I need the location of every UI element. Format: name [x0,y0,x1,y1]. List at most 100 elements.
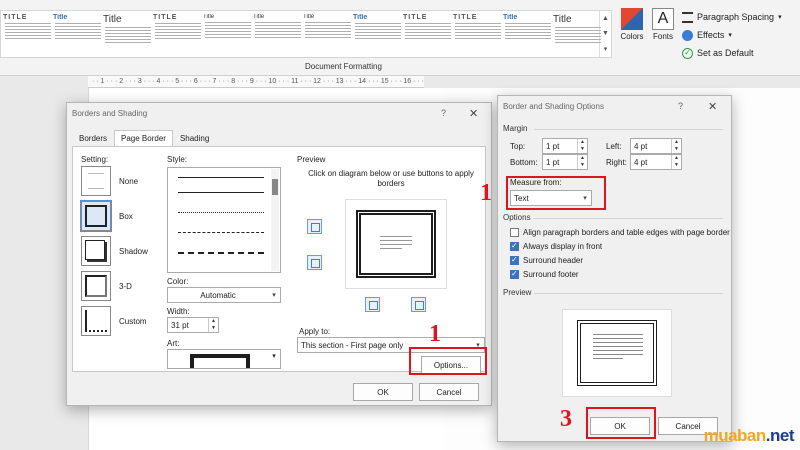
thumb-text-line [155,38,201,39]
style-set-thumb[interactable]: TITLE [153,14,203,54]
arrow-down-icon[interactable]: ▼ [209,325,218,332]
thumb-text-line [505,38,551,39]
setting-shadow[interactable]: Shadow [81,235,161,267]
setting-box[interactable]: Box [80,200,161,232]
style-set-thumb[interactable]: Title [253,14,303,54]
style-set-thumb[interactable]: TITLE [403,14,453,54]
bottom-border-button[interactable] [307,255,322,270]
color-dropdown[interactable]: Automatic ▾ [167,287,281,303]
colors-button[interactable]: Colors [617,8,647,41]
set-as-default-button[interactable]: ✓ Set as Default [682,44,782,62]
chevron-down-icon: ▾ [272,353,276,360]
setting-3d[interactable]: 3-D [81,270,161,302]
thumb-text-line [255,22,301,23]
close-icon[interactable]: ✕ [469,107,478,120]
style-set-thumb[interactable]: Title [503,14,553,54]
horizontal-ruler[interactable]: · · 1 · · · 2 · · · 3 · · · 4 · · · 5 · … [88,76,424,88]
tab-shading[interactable]: Shading [173,130,216,147]
top-border-button[interactable] [307,219,322,234]
thumb-text-line [255,25,301,26]
thumb-text-line [555,27,601,28]
custom-thumb [81,306,111,336]
setting-custom[interactable]: Custom [81,305,161,337]
paragraph-spacing-icon [682,11,693,23]
bottom-margin-stepper[interactable]: 1 pt ▲ ▼ [542,154,588,170]
arrow-up-icon[interactable]: ▲ [578,139,587,146]
thumb-text-line [505,23,551,24]
style-set-thumb[interactable]: TITLE [453,14,503,54]
style-option[interactable] [178,252,264,254]
right-border-button[interactable] [411,297,426,312]
divider [534,129,723,130]
color-label: Color: [167,277,189,286]
arrow-up-icon[interactable]: ▲ [209,318,218,325]
art-dropdown[interactable]: ▾ [167,349,281,369]
fonts-button[interactable]: A Fonts [648,8,678,41]
top-margin-stepper[interactable]: 1 pt ▲ ▼ [542,138,588,154]
arrow-down-icon[interactable]: ▼ [578,146,587,153]
arrow-up-icon[interactable]: ▲ [672,155,681,162]
tab-page-border[interactable]: Page Border [114,130,173,147]
cancel-button[interactable]: Cancel [419,383,479,401]
thumb-text-line [455,32,501,33]
help-icon[interactable]: ? [441,108,446,118]
thumb-text-line [455,26,501,27]
align-borders-checkbox[interactable]: Align paragraph borders and table edges … [510,228,730,237]
surround-header-checkbox[interactable]: Surround header [510,255,584,265]
thumb-text-line [205,34,251,35]
setting-box-label: Box [119,211,133,221]
style-set-gallery[interactable]: ▲ ▼ ▾ TITLE Title Title TITLE Title Title Titl… [0,10,612,58]
left-margin-stepper[interactable]: 4 pt ▲ ▼ [630,138,682,154]
style-option[interactable] [178,177,264,178]
width-stepper[interactable]: 31 pt ▲ ▼ [167,317,219,333]
3d-thumb [81,271,111,301]
style-option[interactable] [178,192,264,193]
right-margin-stepper[interactable]: 4 pt ▲ ▼ [630,154,682,170]
tab-borders[interactable]: Borders [72,130,114,147]
more-icon[interactable]: ▾ [604,45,608,53]
thumb-text-line [55,23,101,24]
thumb-text-line [155,29,201,30]
always-display-front-checkbox[interactable]: Always display in front [510,241,603,251]
divider [534,218,723,219]
ok-button[interactable]: OK [353,383,413,401]
style-set-thumb[interactable]: Title [553,14,603,54]
style-option[interactable] [178,212,264,213]
surround-footer-checkbox[interactable]: Surround footer [510,269,579,279]
chevron-up-icon[interactable]: ▲ [602,15,609,22]
thumb-text-line [405,38,451,39]
style-set-thumb[interactable]: TITLE [3,14,53,54]
style-set-title: Title [253,14,265,20]
style-set-thumb[interactable]: Title [203,14,253,54]
style-set-title: Title [203,14,215,20]
checkbox-label: Align paragraph borders and table edges … [523,228,730,237]
chevron-down-icon[interactable]: ▼ [602,30,609,37]
left-border-button[interactable] [365,297,380,312]
setting-none[interactable]: None [81,165,161,197]
paragraph-spacing-button[interactable]: Paragraph Spacing ▾ [682,8,782,26]
effects-button[interactable]: Effects ▾ [682,26,782,44]
watermark-tld: .net [765,426,795,445]
preview-diagram[interactable] [345,199,447,289]
checkbox-label: Always display in front [523,242,603,251]
arrow-up-icon[interactable]: ▲ [578,155,587,162]
left-margin-label: Left: [606,142,622,151]
style-set-thumb[interactable]: Title [303,14,353,54]
line-style-list[interactable] [167,167,281,273]
arrow-down-icon[interactable]: ▼ [578,162,587,169]
style-option[interactable] [178,232,264,233]
thumb-text-line [355,29,401,30]
arrow-down-icon[interactable]: ▼ [672,146,681,153]
arrow-down-icon[interactable]: ▼ [672,162,681,169]
style-set-thumb[interactable]: Title [53,14,103,54]
arrow-up-icon[interactable]: ▲ [672,139,681,146]
close-icon[interactable]: ✕ [708,100,717,113]
checkbox-label: Surround header [523,256,584,265]
thumb-text-line [405,32,451,33]
style-scrollbar[interactable] [271,169,279,271]
ok-highlight [586,407,656,439]
style-set-thumb[interactable]: Title [103,14,153,54]
checkbox-checked-icon [510,255,519,265]
help-icon[interactable]: ? [678,101,683,111]
style-set-thumb[interactable]: Title [353,14,403,54]
